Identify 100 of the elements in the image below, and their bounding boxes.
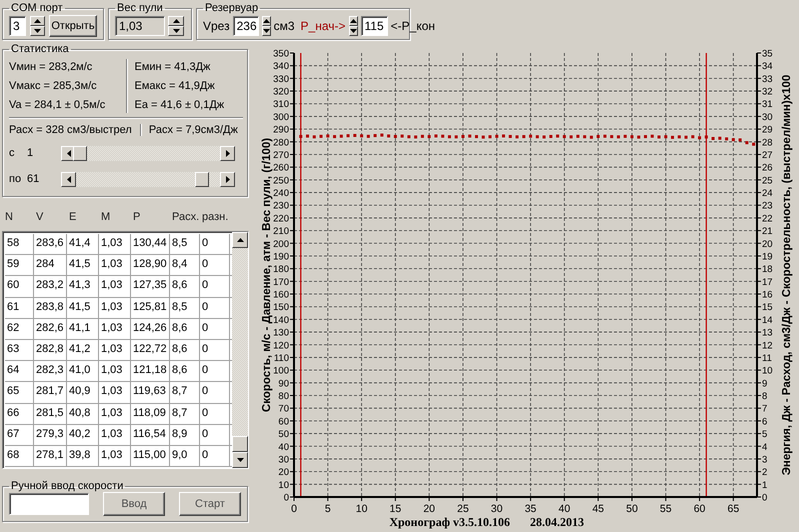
range-value: 1 bbox=[27, 147, 34, 159]
table-cell: 1,03 bbox=[99, 424, 131, 445]
tick-label: 90 bbox=[278, 378, 289, 390]
table-cell: 64 bbox=[5, 361, 34, 382]
tick-label: 110 bbox=[274, 352, 289, 364]
tick-label: 22 bbox=[762, 213, 773, 224]
tick-label: 40 bbox=[278, 442, 289, 453]
spin-button[interactable] bbox=[348, 16, 358, 36]
open-button[interactable]: Открыть bbox=[48, 14, 97, 36]
tick-label: 16 bbox=[762, 290, 773, 301]
table-cell: 119,63 bbox=[131, 382, 170, 402]
stat-text: Vмакс = 285,3м/с bbox=[9, 80, 98, 92]
tick-label: 0 bbox=[762, 492, 768, 504]
tick-label: 65 bbox=[728, 503, 740, 515]
table-cell: 40,8 bbox=[67, 404, 99, 424]
data-point bbox=[671, 136, 674, 139]
table-cell: 8,5 bbox=[170, 234, 200, 254]
tick-label: 27 bbox=[762, 150, 773, 161]
action-button[interactable]: Старт bbox=[179, 492, 241, 516]
slider-thumb[interactable] bbox=[194, 172, 209, 186]
group-title: COM порт bbox=[10, 3, 64, 14]
scrollbar[interactable] bbox=[232, 232, 248, 468]
data-point bbox=[488, 135, 492, 138]
data-point bbox=[407, 135, 410, 138]
tick-label: 330 bbox=[273, 74, 289, 85]
spin-button[interactable] bbox=[262, 16, 271, 36]
tick-label: 70 bbox=[278, 404, 289, 415]
table-cell: 121,18 bbox=[131, 361, 170, 382]
down-arrow-icon bbox=[172, 28, 180, 32]
tick-label: 50 bbox=[278, 429, 289, 440]
table-cell: 282,8 bbox=[34, 340, 67, 360]
tick-label: 3 bbox=[762, 454, 768, 466]
action-button[interactable]: Ввод bbox=[103, 492, 165, 516]
up-arrow-icon bbox=[172, 18, 180, 22]
table-cell: 1,03 bbox=[99, 234, 131, 254]
table-cell: 283,8 bbox=[34, 298, 67, 318]
tick-label: 14 bbox=[762, 314, 773, 326]
tick-label: 26 bbox=[762, 162, 773, 174]
column-header: V bbox=[36, 211, 44, 223]
table-cell: 62 bbox=[5, 318, 34, 339]
tick-label: 20 bbox=[762, 238, 773, 250]
range-slider[interactable] bbox=[61, 172, 235, 186]
table-cell: 1,03 bbox=[99, 276, 131, 297]
table-cell: 0 bbox=[200, 276, 230, 297]
speed-input[interactable] bbox=[9, 493, 89, 515]
table-cell: 0 bbox=[200, 382, 230, 402]
table-cell: 1,03 bbox=[99, 361, 131, 382]
spin-button[interactable] bbox=[168, 16, 184, 36]
table-cell: 118,09 bbox=[131, 404, 170, 424]
table-cell: 122,72 bbox=[131, 340, 170, 360]
stat-text: Eмин = 41,3Дж bbox=[134, 61, 212, 73]
port-field[interactable]: 3 bbox=[9, 16, 26, 36]
data-point bbox=[698, 136, 702, 140]
tick-label: 250 bbox=[273, 175, 289, 186]
tick-label: 270 bbox=[273, 150, 289, 161]
up-arrow-icon bbox=[262, 18, 270, 22]
data-point bbox=[610, 135, 614, 138]
tick-label: 340 bbox=[273, 61, 289, 72]
data-point bbox=[380, 134, 384, 137]
group-title: Вес пули bbox=[116, 3, 164, 14]
range-slider[interactable] bbox=[61, 146, 235, 160]
table-cell: 39,8 bbox=[67, 446, 99, 466]
down-arrow-icon bbox=[262, 28, 270, 32]
pressure-field[interactable]: 115 bbox=[360, 16, 388, 36]
stat-text: Eмакс = 41,9Дж bbox=[134, 80, 216, 92]
spin-button[interactable] bbox=[30, 16, 45, 36]
table-cell: 40,9 bbox=[67, 382, 99, 402]
data-point bbox=[536, 135, 539, 138]
data-point bbox=[658, 135, 660, 138]
table-cell: 279,3 bbox=[34, 424, 67, 445]
scrollbar-thumb[interactable] bbox=[232, 436, 248, 452]
right-arrow-icon bbox=[226, 176, 230, 182]
pressure-start-label: P_нач-> bbox=[300, 18, 346, 32]
data-point bbox=[738, 138, 742, 142]
tick-label: 7 bbox=[762, 404, 768, 415]
down-arrow-icon bbox=[350, 28, 357, 32]
volume-field[interactable]: 236 bbox=[232, 16, 259, 36]
data-point bbox=[644, 135, 647, 138]
table-cell: 68 bbox=[5, 446, 34, 466]
tick-label: 210 bbox=[273, 226, 289, 238]
stat-text: Va = 284,1 ± 0,5м/с bbox=[9, 99, 106, 111]
table-cell: 41,4 bbox=[67, 234, 99, 254]
table-cell: 40,2 bbox=[67, 424, 99, 445]
table-cell: 8,6 bbox=[170, 340, 200, 360]
down-arrow-icon bbox=[34, 28, 42, 32]
data-point bbox=[441, 134, 444, 138]
slider-thumb[interactable] bbox=[73, 146, 88, 160]
data-point bbox=[420, 134, 424, 138]
table-cell: 127,35 bbox=[131, 276, 170, 297]
group-title: Резервуар bbox=[204, 3, 260, 14]
table-cell: 281,7 bbox=[34, 382, 67, 402]
tick-label: 170 bbox=[273, 276, 289, 288]
table-cell: 8,4 bbox=[170, 255, 200, 276]
data-point bbox=[684, 136, 688, 139]
tick-label: 0 bbox=[284, 492, 289, 504]
tick-label: 320 bbox=[273, 86, 289, 98]
table-cell: 41,3 bbox=[67, 276, 99, 297]
weight-field[interactable]: 1,03 bbox=[115, 16, 165, 36]
column-header: P bbox=[133, 211, 142, 223]
table-cell: 41,5 bbox=[67, 298, 99, 318]
